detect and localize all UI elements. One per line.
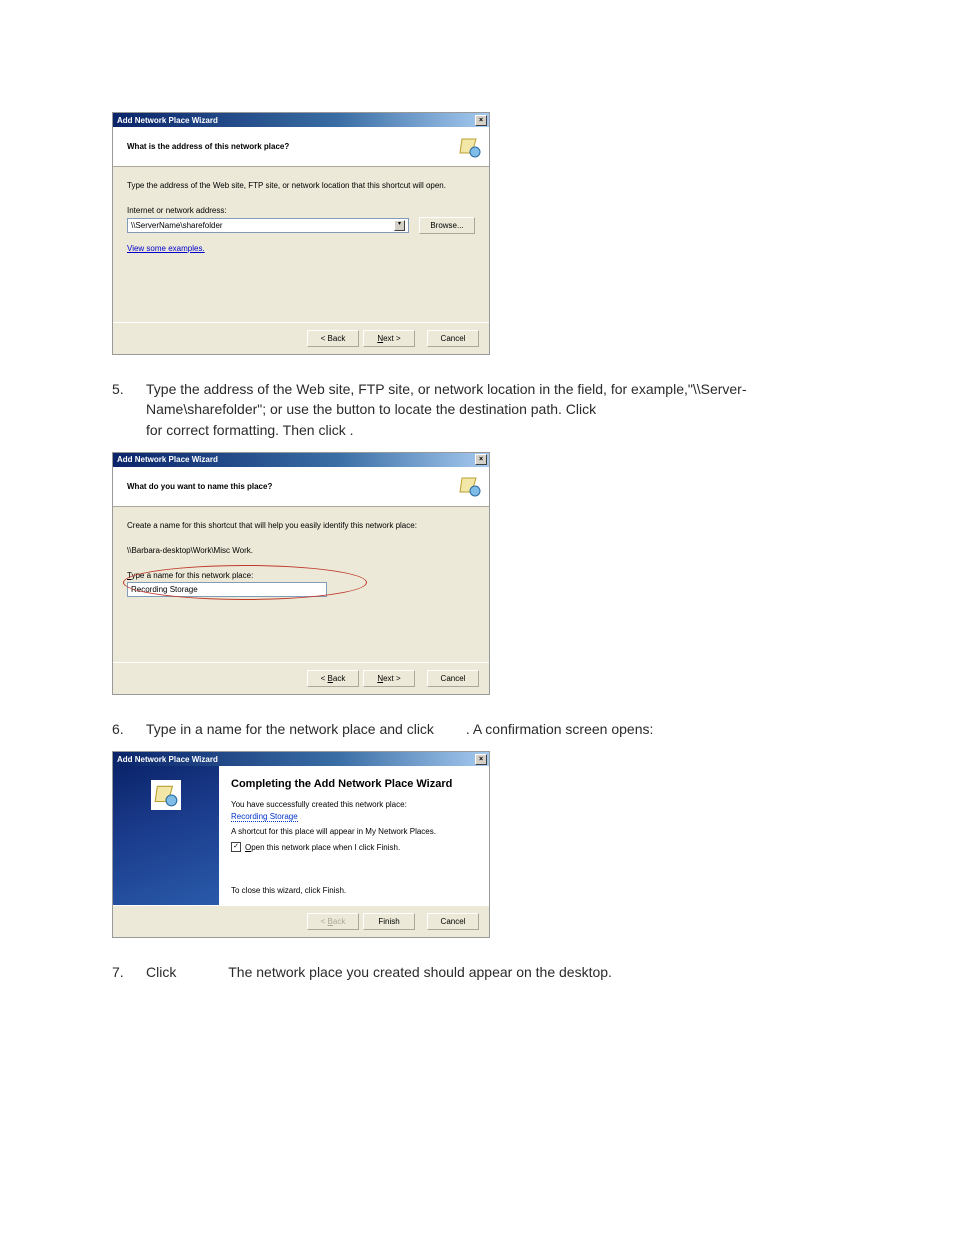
cancel-button[interactable]: Cancel [427, 913, 479, 930]
address-input[interactable]: \\ServerName\sharefolder ▾ [127, 218, 409, 233]
close-icon[interactable]: × [475, 754, 487, 765]
step-body: Click The network place you created shou… [146, 962, 864, 982]
step6-text-a: Type in a name for the network place and… [146, 721, 438, 737]
dialog-body: Type the address of the Web site, FTP si… [113, 167, 489, 322]
header-title: What do you want to name this place? [127, 482, 272, 491]
step7-text-a: Click [146, 964, 180, 980]
step-number: 6. [112, 719, 146, 739]
confirm-title: Completing the Add Network Place Wizard [231, 778, 477, 790]
titlebar[interactable]: Add Network Place Wizard × [113, 752, 489, 766]
path-display: \\Barbara-desktop\Work\Misc Work. [127, 546, 475, 555]
next-button[interactable]: Next > [363, 330, 415, 347]
dialog-header: What is the address of this network plac… [113, 127, 489, 167]
step5-text-d: . [350, 422, 354, 438]
view-examples-link[interactable]: View some examples. [127, 244, 205, 253]
window-title: Add Network Place Wizard [117, 755, 218, 764]
step-body: Type the address of the Web site, FTP si… [146, 379, 864, 440]
open-checkbox-row[interactable]: ✓ Open this network place when I click F… [231, 842, 477, 852]
button-bar: < Back Next > Cancel [113, 662, 489, 694]
success-text: You have successfully created this netwo… [231, 800, 477, 809]
wizard-sidebar [113, 766, 219, 905]
step-body: Type in a name for the network place and… [146, 719, 864, 739]
name-input[interactable]: Recording Storage [127, 582, 327, 597]
place-name-link[interactable]: Recording Storage [231, 812, 298, 822]
step5-text-c: for correct formatting. Then click [146, 422, 350, 438]
intro-text: Create a name for this shortcut that wil… [127, 521, 475, 530]
network-place-icon [457, 473, 483, 499]
dialog-header: What do you want to name this place? [113, 467, 489, 507]
confirm-content: Completing the Add Network Place Wizard … [219, 766, 489, 905]
network-place-icon [457, 134, 483, 160]
step5-text-b: button to locate the destination path. C… [336, 401, 596, 417]
browse-button[interactable]: Browse... [419, 217, 475, 234]
button-bar: < Back Next > Cancel [113, 322, 489, 354]
button-bar: < Back Finish Cancel [113, 905, 489, 937]
back-button[interactable]: < Back [307, 330, 359, 347]
step6-text-b: . A confirmation screen opens: [466, 721, 654, 737]
shortcut-text: A shortcut for this place will appear in… [231, 827, 477, 836]
cancel-button[interactable]: Cancel [427, 330, 479, 347]
intro-text: Type the address of the Web site, FTP si… [127, 181, 475, 190]
dialog-name: Add Network Place Wizard × What do you w… [112, 452, 490, 695]
titlebar[interactable]: Add Network Place Wizard × [113, 453, 489, 467]
confirm-layout: Completing the Add Network Place Wizard … [113, 766, 489, 905]
network-place-icon [151, 780, 181, 810]
close-icon[interactable]: × [475, 115, 487, 126]
window-title: Add Network Place Wizard [117, 455, 218, 464]
circled-highlight: Type a name for this network place: Reco… [127, 571, 337, 597]
back-button: < Back [307, 913, 359, 930]
address-label: Internet or network address: [127, 206, 475, 215]
dialog-complete: Add Network Place Wizard × Completing th… [112, 751, 490, 938]
checkbox-label: Open this network place when I click Fin… [245, 843, 400, 852]
step-number: 7. [112, 962, 146, 982]
finish-button[interactable]: Finish [363, 913, 415, 930]
window-title: Add Network Place Wizard [117, 116, 218, 125]
step-number: 5. [112, 379, 146, 440]
close-instruction: To close this wizard, click Finish. [231, 886, 477, 895]
close-icon[interactable]: × [475, 454, 487, 465]
name-value: Recording Storage [131, 585, 198, 594]
step7-text-b: The network place you created should app… [228, 964, 612, 980]
dialog-address: Add Network Place Wizard × What is the a… [112, 112, 490, 355]
step-5: 5. Type the address of the Web site, FTP… [112, 379, 864, 440]
titlebar[interactable]: Add Network Place Wizard × [113, 113, 489, 127]
cancel-button[interactable]: Cancel [427, 670, 479, 687]
dropdown-icon[interactable]: ▾ [394, 220, 405, 231]
dialog-body: Create a name for this shortcut that wil… [113, 507, 489, 662]
step-6: 6. Type in a name for the network place … [112, 719, 864, 739]
checkbox-icon[interactable]: ✓ [231, 842, 241, 852]
name-label: Type a name for this network place: [127, 571, 337, 580]
header-title: What is the address of this network plac… [127, 142, 289, 151]
next-button[interactable]: Next > [363, 670, 415, 687]
step-7: 7. Click The network place you created s… [112, 962, 864, 982]
back-button[interactable]: < Back [307, 670, 359, 687]
address-value: \\ServerName\sharefolder [131, 221, 223, 230]
